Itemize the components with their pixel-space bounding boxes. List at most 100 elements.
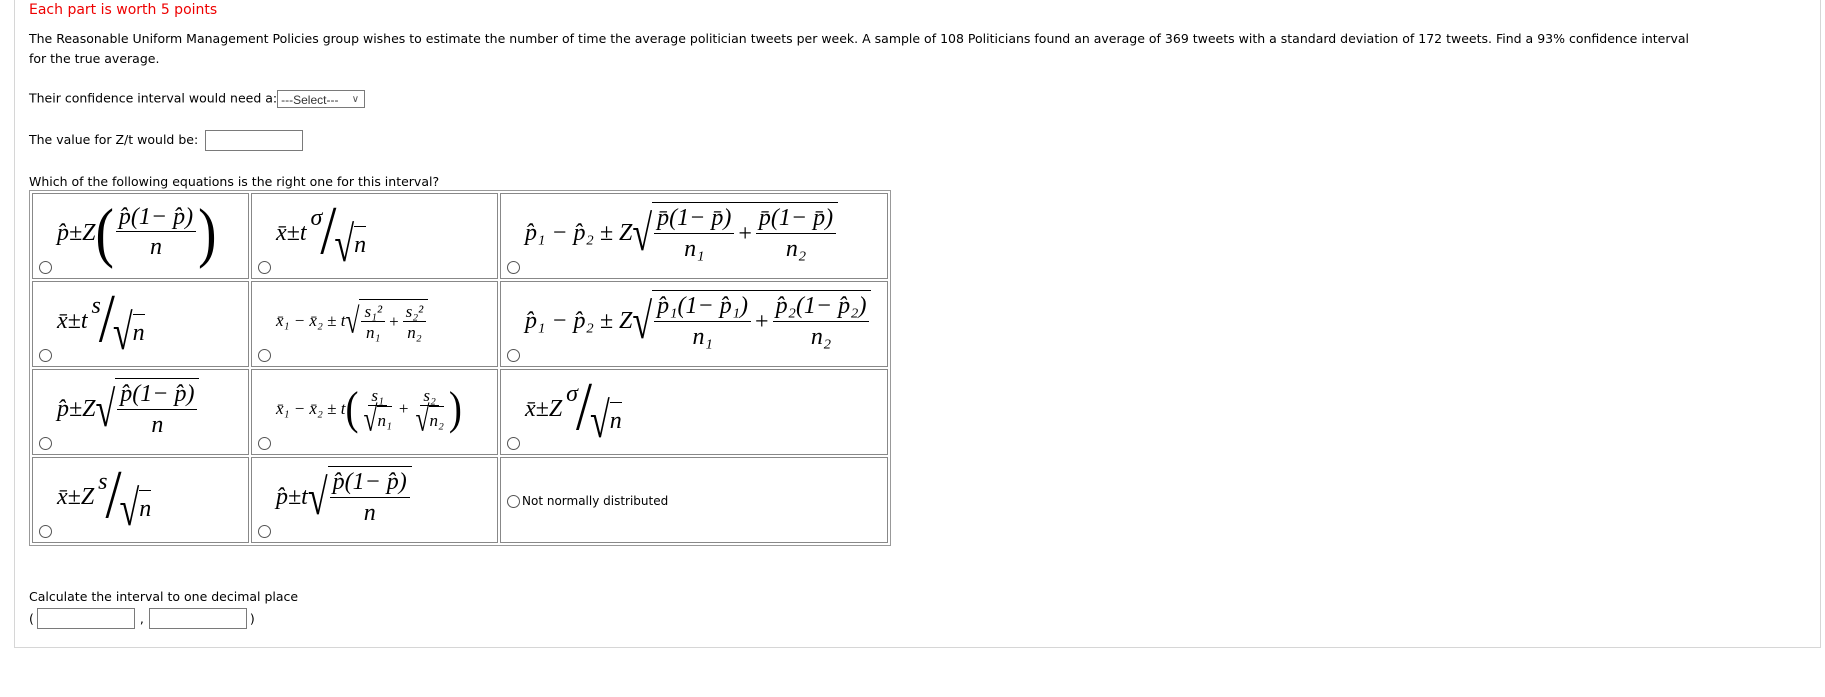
plus-sign: + [755,309,769,335]
equation-option[interactable]: p̂₁ − p̂₂ ± Z √ p̄(1− p̄) n₁ + p̄(1− p̄) n₂ [500,193,888,279]
formula: x̄±t s / √ n [57,285,145,357]
fraction: p̄(1− p̄) n₁ [654,205,735,264]
radical-icon: √ [307,469,328,525]
radio-button[interactable] [258,261,271,274]
radicand: p̂₁(1− p̂₁) n₁ + p̂₂(1− p̂₂) n₂ [652,290,872,352]
zt-row: The value for Z/t would be: [29,130,304,151]
numerator: p̂(1− p̂) [117,381,198,410]
equations-row: p̂±Z √ p̂(1− p̂) n x̄₁ − x̄₂ ± t(s₁ √ n₁ + s₂ √ n₂… [32,369,888,455]
radio-button[interactable] [258,349,271,362]
option-not-normal[interactable]: Not normally distributed [507,494,668,508]
radio-button[interactable] [39,261,52,274]
radicand: n [354,226,367,262]
formula-prefix: p̂₁ − p̂₂ ± Z [525,307,633,334]
equations-row: p̂±Z(p̂(1− p̂) n) x̄±t σ / √ n p̂₁ − p̂₂ ± Z √ p̄… [32,193,888,279]
radio-button[interactable] [507,437,520,450]
plus-sign: + [738,221,752,247]
close-paren: ) [249,611,255,626]
equation-option[interactable]: x̄±Z s / √ n [32,457,249,543]
formula: p̂±t √ p̂(1− p̂) n [276,464,412,530]
equations-table: p̂±Z(p̂(1− p̂) n) x̄±t σ / √ n p̂₁ − p̂₂ ± Z √ p̄… [29,190,891,546]
radical-icon: √ [345,300,360,341]
radical-icon: √ [119,480,140,536]
equation-option[interactable]: p̂₁ − p̂₂ ± Z √ p̂₁(1− p̂₁) n₁ + p̂₂(1− p̂₂) n… [500,281,888,367]
denominator: √ n [590,395,622,445]
denominator: n₁ [366,323,381,343]
square-root: √ n [120,483,152,533]
radical-icon: √ [590,392,610,448]
denominator: n [150,234,163,261]
radio-button[interactable] [39,437,52,450]
fraction: p̂(1− p̂) n [117,381,198,440]
upper-bound-input[interactable] [148,608,247,629]
radio-button[interactable] [258,525,271,538]
formula-prefix: x̄₁ − x̄₂ ± t [276,399,346,418]
interval-type-row: Their confidence interval would need a: -… [29,90,366,108]
equation-option[interactable]: x̄±t σ / √ n [251,193,498,279]
fraction: s₂ √ n₂ [412,386,446,436]
radio-button[interactable] [507,261,520,274]
denominator: √ n [113,307,145,357]
formula-prefix: x̄±Z [525,395,563,422]
slash-fraction: s / √ n [92,285,145,357]
question-text-line1: The Reasonable Uniform Management Polici… [29,31,1690,46]
equation-option[interactable]: x̄₁ − x̄₂ ± t(s₁ √ n₁ + s₂ √ n₂) [251,369,498,455]
fraction: p̂(1− p̂) n [329,469,410,528]
formula: x̄₁ − x̄₂ ± t √ s₁² n₁ + s₂² n₂ [276,288,429,354]
formula: x̄±Z s / √ n [57,461,152,533]
zt-label: The value for Z/t would be: [29,132,199,147]
chevron-down-icon: ∨ [351,94,360,105]
square-root: √ p̂₁(1− p̂₁) n₁ + p̂₂(1− p̂₂) n₂ [632,290,872,352]
radio-button[interactable] [507,349,520,362]
equation-option[interactable]: x̄±t s / √ n [32,281,249,367]
radio-button[interactable] [258,437,271,450]
formula-prefix: x̄±t [57,307,88,334]
question-text-line2: for the true average. [29,51,160,66]
radicand: s₁² n₁ + s₂² n₂ [359,298,429,344]
radicand: n [139,490,152,526]
radicand: p̂(1− p̂) n [327,466,412,528]
square-root: √ p̂(1− p̂) n [308,466,412,528]
right-paren: ) [448,383,462,435]
interval-type-label: Their confidence interval would need a: [29,90,278,106]
equations-row: x̄±t s / √ n x̄₁ − x̄₂ ± t √ s₁² n₁ + s₂² n₂ p̂₁ − p… [32,281,888,367]
numerator: p̂₁(1− p̂₁) [654,293,752,322]
fraction: p̂₁(1− p̂₁) n₁ [654,293,752,352]
zt-input[interactable] [205,130,304,151]
fraction: s₁² n₁ [361,302,386,344]
radio-button[interactable] [507,494,520,508]
square-root: √ p̂(1− p̂) n [96,378,200,440]
denominator: n [363,499,376,526]
radio-button[interactable] [39,525,52,538]
radical-icon: √ [415,398,430,439]
numerator: p̄(1− p̄) [755,205,837,234]
radical-icon: √ [632,293,653,349]
numerator: p̂(1− p̂) [329,469,410,498]
radicand: n₁ [377,406,392,432]
equation-option[interactable]: p̂±Z √ p̂(1− p̂) n [32,369,249,455]
formula: p̂₁ − p̂₂ ± Z √ p̄(1− p̄) n₁ + p̄(1− p̄) n₂ [525,200,839,266]
equation-option[interactable]: x̄±Z σ / √ n [500,369,888,455]
square-root: √ s₁² n₁ + s₂² n₂ [345,298,429,344]
formula-prefix: x̄₁ − x̄₂ ± t [276,311,346,330]
equation-option[interactable]: p̂±t √ p̂(1− p̂) n [251,457,498,543]
square-root: √ n₂ [415,401,444,436]
formula-prefix: x̄±Z [57,483,95,510]
square-root: √ n [590,395,622,445]
equation-option[interactable]: Not normally distributed [500,457,888,543]
equation-option[interactable]: x̄₁ − x̄₂ ± t √ s₁² n₁ + s₂² n₂ [251,281,498,367]
numerator: p̂(1− p̂) [115,204,197,233]
formula: p̂₁ − p̂₂ ± Z √ p̂₁(1− p̂₁) n₁ + p̂₂(1− p̂₂) n… [525,288,872,354]
equation-option[interactable]: p̂±Z(p̂(1− p̂) n) [32,193,249,279]
interval-type-select[interactable]: ---Select--- ∨ [277,90,366,108]
radio-button[interactable] [39,349,52,362]
fraction: p̄(1− p̄) n₂ [755,205,837,264]
numerator: s₂² [402,302,427,323]
square-root: √ n [334,219,367,269]
lower-bound-input[interactable] [36,608,135,629]
formula: x̄±t σ / √ n [276,197,367,269]
denominator: n₁ [692,323,713,350]
interval-row: ( , ) [29,608,255,629]
plus-sign: + [398,399,409,418]
radical-icon: √ [95,381,116,437]
